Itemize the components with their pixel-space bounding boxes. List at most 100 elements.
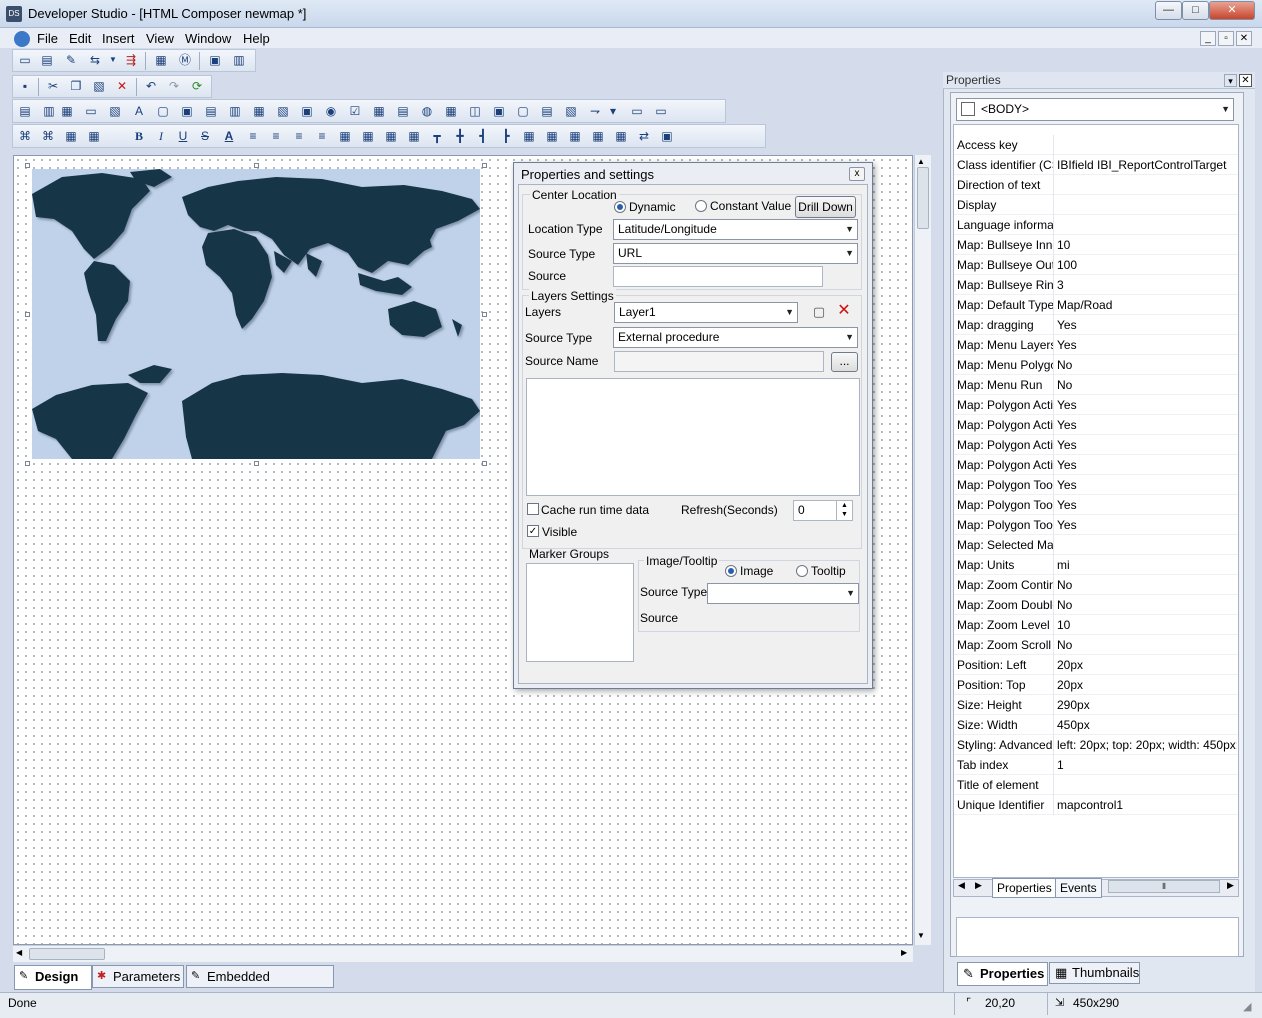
italic-icon[interactable]: I <box>152 127 170 145</box>
property-row[interactable]: Position: Top 20px <box>954 675 1238 695</box>
size-to-content-icon[interactable]: ▣ <box>658 127 676 145</box>
grid-horizontal-scrollbar[interactable]: ⦀ <box>1108 880 1220 893</box>
same-height-icon[interactable]: ▦ <box>543 127 561 145</box>
image-icon[interactable]: ▧ <box>106 102 124 120</box>
property-row[interactable]: Access key <box>954 135 1238 155</box>
property-row[interactable]: Language information <box>954 215 1238 235</box>
text-icon[interactable]: A <box>130 102 148 120</box>
mdi-minimize-button[interactable]: _ <box>1200 31 1216 46</box>
align-bottom-icon[interactable]: ╋ <box>451 127 469 145</box>
swap-icon[interactable]: ⇄ <box>635 127 653 145</box>
refresh-spinner[interactable]: ▲ ▼ <box>836 501 852 520</box>
property-row[interactable]: Map: Polygon Action Yes <box>954 455 1238 475</box>
property-row[interactable]: Map: Menu Run No <box>954 375 1238 395</box>
new-layer-icon[interactable]: ▢ <box>811 304 827 320</box>
strikethrough-icon[interactable]: S <box>196 127 214 145</box>
undo-icon[interactable]: ↶ <box>142 77 160 95</box>
scroll-right-icon[interactable]: ▶ <box>901 948 907 957</box>
label-icon[interactable]: ▦ <box>250 102 268 120</box>
property-row[interactable]: Map: Zoom Double Click No <box>954 595 1238 615</box>
container-icon[interactable]: ▤ <box>538 102 556 120</box>
property-row[interactable]: Class identifier (CSS) IBIfield IBI_Repor… <box>954 155 1238 175</box>
menu-window[interactable]: Window <box>185 31 231 46</box>
property-value[interactable]: 10 <box>1057 238 1237 252</box>
layout-icon[interactable]: ▦ <box>382 127 400 145</box>
table-icon[interactable]: ▤ <box>16 102 34 120</box>
horizontal-scrollbar[interactable]: ◀ ▶ <box>13 945 913 962</box>
property-value[interactable]: 1 <box>1057 758 1237 772</box>
panel-close-icon[interactable]: ✕ <box>1239 74 1252 87</box>
property-value[interactable]: Yes <box>1057 478 1237 492</box>
property-value[interactable]: Yes <box>1057 458 1237 472</box>
resize-handle[interactable] <box>254 163 259 168</box>
checkbox-icon[interactable]: ☑ <box>346 102 364 120</box>
refresh-icon[interactable]: ⟳ <box>188 77 206 95</box>
drill-down-button[interactable]: Drill Down <box>795 196 856 218</box>
property-row[interactable]: Map: Zoom Level 10 <box>954 615 1238 635</box>
ungroup-icon[interactable]: ▦ <box>85 127 103 145</box>
snap-icon[interactable]: ▦ <box>359 127 377 145</box>
property-value[interactable]: No <box>1057 378 1237 392</box>
resize-handle[interactable] <box>482 163 487 168</box>
align-left-icon[interactable]: ≡ <box>244 127 262 145</box>
property-value[interactable]: Yes <box>1057 418 1237 432</box>
edit-icon[interactable]: ✎ <box>62 51 80 69</box>
console-icon[interactable]: ▣ <box>206 51 224 69</box>
same-width-icon[interactable]: ▦ <box>520 127 538 145</box>
tab-parameters[interactable]: ✱ Parameters <box>92 965 184 988</box>
deploy-icon[interactable]: ⇶ <box>122 51 140 69</box>
menu-help[interactable]: Help <box>243 31 270 46</box>
mdi-restore-button[interactable]: ▫ <box>1218 31 1234 46</box>
delete-layer-icon[interactable]: ✕ <box>835 302 853 320</box>
property-row[interactable]: Map: Menu Layers Yes <box>954 335 1238 355</box>
property-row[interactable]: Tab index 1 <box>954 755 1238 775</box>
bring-forward-icon[interactable]: ⌘ <box>16 127 34 145</box>
property-value[interactable]: No <box>1057 598 1237 612</box>
bold-icon[interactable]: B <box>130 127 148 145</box>
property-value[interactable]: 450px <box>1057 718 1237 732</box>
property-row[interactable]: Map: Zoom Continuous No <box>954 575 1238 595</box>
element-selector[interactable]: <BODY> ▼ <box>956 98 1234 121</box>
image-radio[interactable] <box>725 565 737 577</box>
property-row[interactable]: Size: Height 290px <box>954 695 1238 715</box>
map-icon[interactable]: ◍ <box>418 102 436 120</box>
resize-handle[interactable] <box>25 163 30 168</box>
property-value[interactable]: mi <box>1057 558 1237 572</box>
report-icon[interactable]: ▣ <box>490 102 508 120</box>
menu-file[interactable]: File <box>37 31 58 46</box>
tab-scroll-right-icon[interactable]: ▶ <box>975 880 982 891</box>
property-value[interactable]: Map/Road <box>1057 298 1237 312</box>
spin-down-icon[interactable]: ▼ <box>837 510 852 519</box>
property-row[interactable]: Map: Units mi <box>954 555 1238 575</box>
property-row[interactable]: Map: Bullseye Outer 100 <box>954 255 1238 275</box>
open-icon[interactable]: ▤ <box>38 51 56 69</box>
layer-details-area[interactable] <box>526 378 860 496</box>
tab-scroll-left-icon[interactable]: ◀ <box>958 880 965 891</box>
maximize-button[interactable]: □ <box>1182 1 1209 20</box>
property-row[interactable]: Map: Default Type Map/Road <box>954 295 1238 315</box>
radio-icon[interactable]: ◉ <box>322 102 340 120</box>
property-row[interactable]: Map: Bullseye Rings 3 <box>954 275 1238 295</box>
panel-tab-thumbnails[interactable]: ▦ Thumbnails <box>1049 962 1140 984</box>
submit-icon[interactable]: ▣ <box>298 102 316 120</box>
dialog-close-button[interactable]: x <box>849 167 865 181</box>
scroll-up-icon[interactable]: ▲ <box>917 157 925 166</box>
property-value[interactable]: IBIfield IBI_ReportControlTarget <box>1057 158 1237 172</box>
visible-checkbox[interactable]: ✓ <box>527 525 539 537</box>
property-row[interactable]: Map: Polygon Tooltip Yes <box>954 515 1238 535</box>
edit-box-icon[interactable]: ▢ <box>154 102 172 120</box>
grid-toggle-icon[interactable]: ▦ <box>336 127 354 145</box>
vertical-scroll-thumb[interactable] <box>917 167 929 229</box>
property-row[interactable]: Map: Polygon Action Yes <box>954 415 1238 435</box>
group-icon[interactable]: ▦ <box>62 127 80 145</box>
property-row[interactable]: Map: Zoom Scroll Wheel No <box>954 635 1238 655</box>
align-right-icon[interactable]: ≡ <box>290 127 308 145</box>
text-block-icon[interactable]: ▭ <box>652 102 670 120</box>
property-row[interactable]: Size: Width 450px <box>954 715 1238 735</box>
calendar-icon[interactable]: ▦ <box>442 102 460 120</box>
layers-select[interactable]: Layer1 ▼ <box>614 302 798 323</box>
location-type-select[interactable]: Latitude/Longitude ▼ <box>613 219 858 240</box>
link-icon[interactable]: ⇁ <box>586 102 604 120</box>
folder-icon[interactable]: ▭ <box>628 102 646 120</box>
align-left-edge-icon[interactable]: ┫ <box>474 127 492 145</box>
